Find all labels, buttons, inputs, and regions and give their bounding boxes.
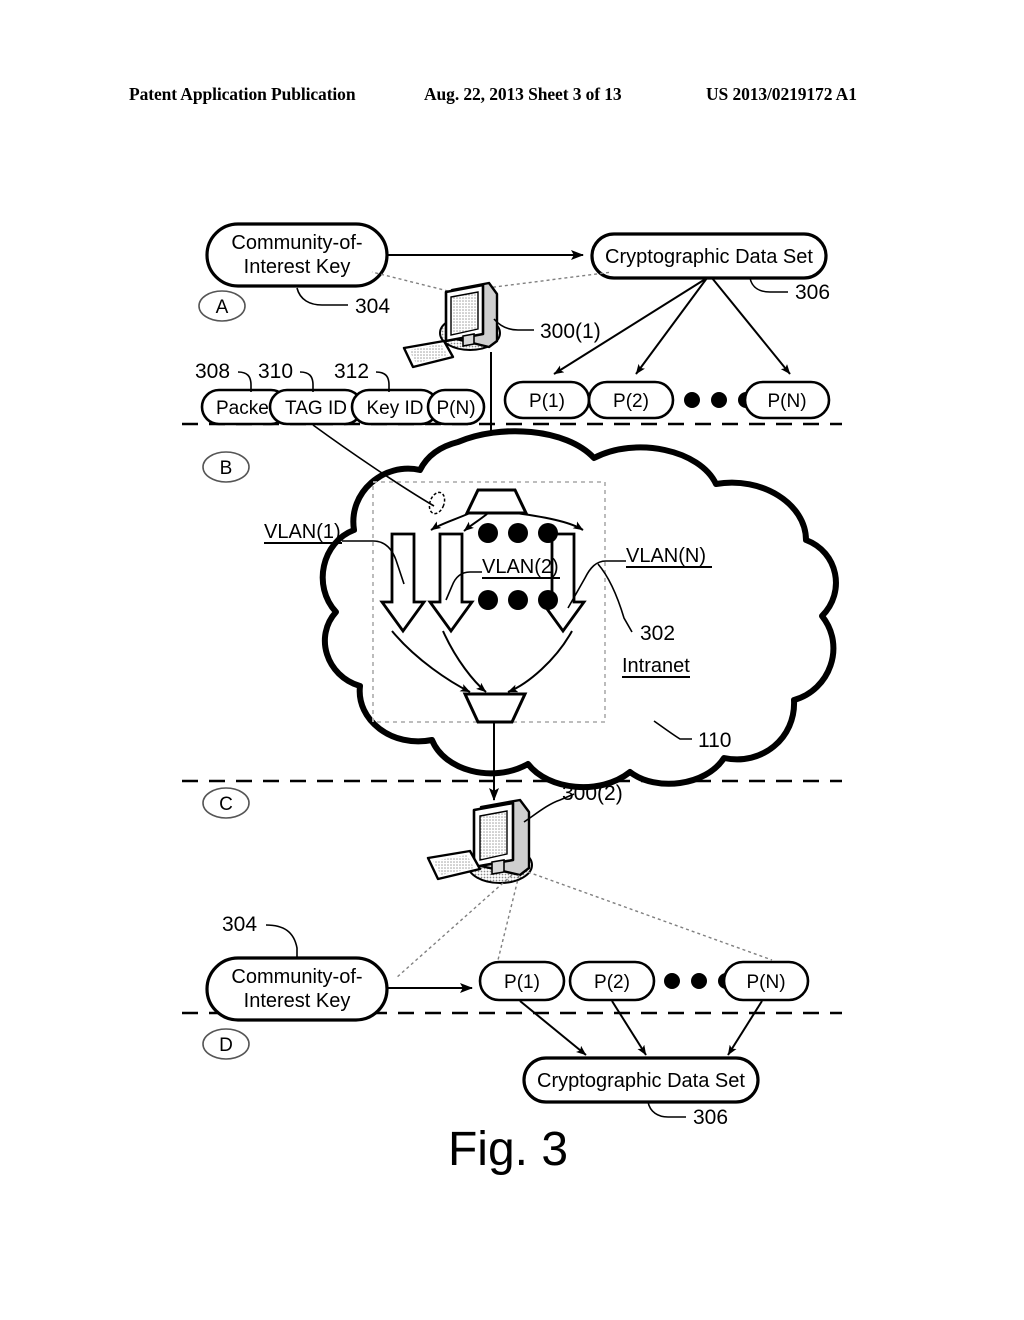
ref-302-label: 302 — [640, 622, 675, 645]
packet-field-pn-label: P(N) — [436, 398, 475, 419]
partition-p2-top-label: P(2) — [613, 391, 649, 412]
ref-306-top-label: 306 — [795, 281, 830, 304]
ref-300-1: 300(1) — [493, 318, 601, 343]
demultiplexer-trapezoid — [464, 488, 529, 515]
arrow-p1-to-cds-bottom — [519, 1000, 587, 1056]
ellipsis-dot — [711, 392, 727, 408]
ref-300-2: 300(2) — [523, 782, 623, 823]
ref-306-bottom: 306 — [647, 1101, 728, 1129]
partition-p2-bottom-label: P(2) — [594, 972, 630, 993]
coi-key-top-line1: Community-of- — [231, 232, 362, 254]
vlan-2-label: VLAN(2) — [482, 556, 559, 578]
crypto-data-set-node-bottom: Cryptographic Data Set — [522, 1056, 760, 1104]
ref-300-2-label: 300(2) — [562, 782, 623, 805]
ref-304-top: 304 — [296, 287, 390, 318]
leader-ws1-to-coikey — [371, 271, 449, 292]
ref-304-bottom-label: 304 — [222, 913, 257, 936]
packet-field-key-id-label: Key ID — [366, 398, 423, 419]
arrow-cds-to-p2 — [635, 277, 708, 375]
section-marker-c-label: C — [219, 794, 233, 815]
ref-306-bottom-label: 306 — [693, 1106, 728, 1129]
section-marker-d: D — [202, 1028, 250, 1060]
section-marker-d-label: D — [219, 1035, 233, 1056]
ref-300-1-label: 300(1) — [540, 320, 601, 343]
ref-312-label: 312 — [334, 360, 369, 383]
ellipsis-dot — [664, 973, 680, 989]
coi-key-bottom-line1: Community-of- — [231, 966, 362, 988]
patent-page: Patent Application Publication Aug. 22, … — [0, 0, 1024, 1320]
ref-312: 312 — [334, 360, 390, 392]
leader-ws2-to-pn — [527, 871, 773, 961]
ellipsis-dot — [691, 973, 707, 989]
workstation-icon-300-2 — [426, 798, 533, 884]
coi-key-top-line2: Interest Key — [244, 256, 351, 278]
section-marker-b-label: B — [220, 458, 233, 479]
coi-key-node-top: Community-of- Interest Key — [205, 222, 389, 288]
section-marker-b: B — [202, 451, 250, 483]
figure-caption: Fig. 3 — [448, 1123, 568, 1176]
partition-p1-top-label: P(1) — [529, 391, 565, 412]
ref-110-label: 110 — [698, 729, 731, 752]
ref-308: 308 — [195, 360, 252, 392]
packet-field-tag-id-label: TAG ID — [285, 398, 347, 419]
vlan-1-label: VLAN(1) — [264, 521, 341, 543]
partition-pn-top-label: P(N) — [767, 391, 806, 412]
crypto-data-set-bottom-label: Cryptographic Data Set — [537, 1070, 745, 1092]
ref-310-label: 310 — [258, 360, 293, 383]
ref-310: 310 — [258, 360, 314, 392]
section-marker-c: C — [202, 787, 250, 819]
intranet-label: Intranet — [622, 655, 690, 677]
ref-304-bottom: 304 — [222, 913, 298, 958]
ref-306-top: 306 — [749, 277, 830, 304]
partition-row-bottom: P(1) P(2) P(N) — [478, 960, 810, 1002]
partition-p1-bottom-label: P(1) — [504, 972, 540, 993]
coi-key-bottom-line2: Interest Key — [244, 990, 351, 1012]
crypto-data-set-node-top: Cryptographic Data Set — [590, 232, 828, 280]
packet-field-packet-label: Packet — [216, 398, 275, 419]
partition-row-top: P(1) P(2) P(N) — [503, 380, 831, 420]
ref-304-top-label: 304 — [355, 295, 390, 318]
arrow-p2-to-cds-bottom — [611, 1000, 647, 1056]
leader-ws2-to-p1 — [497, 874, 520, 961]
partition-pn-bottom-label: P(N) — [746, 972, 785, 993]
arrow-pn-to-cds-bottom — [727, 1000, 763, 1056]
section-marker-a: A — [198, 290, 246, 322]
packet-structure: Packet TAG ID Key ID P(N) — [200, 388, 486, 426]
section-marker-a-label: A — [216, 297, 229, 318]
workstation-icon-300-1 — [402, 281, 501, 369]
vlan-n-label: VLAN(N) — [626, 545, 706, 567]
leader-ws1-to-cds — [486, 271, 613, 289]
intranet-label-group: Intranet — [622, 655, 690, 678]
crypto-data-set-top-label: Cryptographic Data Set — [605, 246, 813, 268]
coi-key-node-bottom: Community-of- Interest Key — [205, 956, 389, 1022]
ref-308-label: 308 — [195, 360, 230, 383]
ellipsis-dot — [684, 392, 700, 408]
figure-3-drawing: A B C D Community-of- Interest Key 304 C… — [182, 222, 842, 1176]
